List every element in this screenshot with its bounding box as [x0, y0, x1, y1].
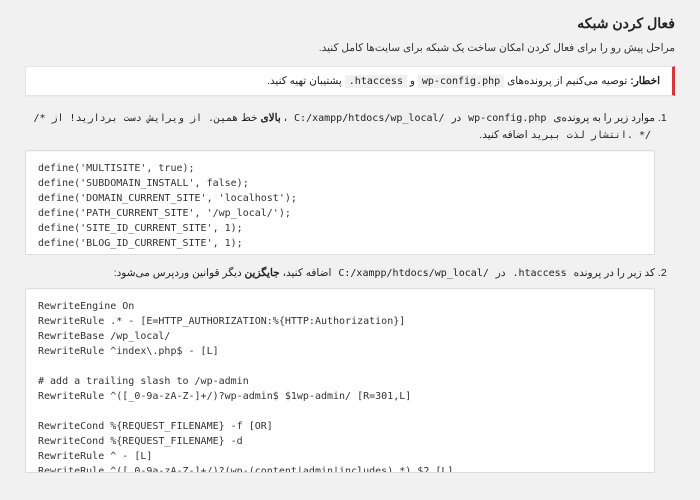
wp-config-code[interactable] [25, 150, 655, 255]
warning-and: و [410, 75, 415, 87]
step2-text-c: اضافه کنید، [283, 267, 332, 279]
step1-text-a: موارد زیر را به پرونده‌ی [553, 112, 655, 124]
step-2: کد زیر را در پرونده .htaccess در C:/xamp… [25, 265, 655, 473]
htaccess-code[interactable] [25, 288, 655, 473]
warning-text-after: پشتیبان تهیه کنید. [267, 75, 342, 87]
step-1: موارد زیر را به پرونده‌ی wp-config.php د… [25, 110, 655, 255]
step1-text-b: در [451, 112, 461, 124]
step1-text-d: خط [241, 112, 257, 124]
step2-text-d: دیگر قوانین وردپرس می‌شود: [114, 267, 242, 279]
warning-label: اخطار: [630, 75, 660, 87]
step2-text-a: کد زیر را در پرونده [574, 267, 655, 279]
wp-config-file: wp-config.php [418, 75, 504, 88]
step2-path: C:/xampp/htdocs/wp_local/ [334, 267, 493, 280]
step2-text-b: در [496, 267, 506, 279]
step1-file: wp-config.php [464, 112, 550, 125]
step1-path: C:/xampp/htdocs/wp_local/ [290, 112, 449, 125]
page-title: فعال کردن شبکه [25, 15, 675, 32]
step1-strong: بالای [260, 112, 280, 124]
warning-notice: اخطار: توصیه می‌کنیم از پرونده‌های wp-co… [25, 66, 675, 96]
step2-strong: جایگزین [245, 267, 280, 279]
step1-text-e: اضافه کنید. [479, 129, 527, 141]
step2-file: .htaccess [508, 267, 570, 280]
htaccess-file: .htaccess [345, 75, 407, 88]
intro-text: مراحل پیش رو را برای فعال کردن امکان ساخ… [25, 42, 675, 54]
step1-text-c: ، [284, 112, 287, 124]
warning-text-before: توصیه می‌کنیم از پرونده‌های [507, 75, 627, 87]
